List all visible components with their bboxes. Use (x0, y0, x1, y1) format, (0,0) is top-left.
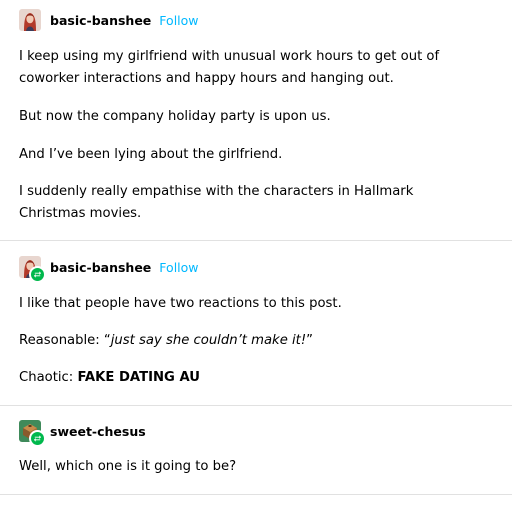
username[interactable]: sweet-chesus (50, 424, 146, 439)
reasonable-suffix: ” (306, 333, 313, 348)
chaotic-prefix: Chaotic: (19, 370, 78, 385)
post-divider (0, 240, 512, 241)
post-header: basic-banshee Follow (19, 256, 199, 283)
chaotic-line: Chaotic: FAKE DATING AU (19, 367, 489, 389)
post-header: basic-banshee Follow (19, 9, 199, 31)
post-text-line: And I’ve been lying about the girlfriend… (19, 147, 283, 162)
post-text-line: I suddenly really empathise with the cha… (19, 184, 414, 199)
reblog-icon (29, 430, 46, 447)
username[interactable]: basic-banshee (50, 260, 151, 275)
post-text-line: I like that people have two reactions to… (19, 296, 342, 311)
reblog-icon (29, 266, 46, 283)
reasonable-prefix: Reasonable: “ (19, 333, 111, 348)
reasonable-line: Reasonable: “just say she couldn’t make … (19, 330, 489, 352)
post-text-line: But now the company holiday party is upo… (19, 109, 331, 124)
chesus-avatar-icon[interactable] (19, 420, 46, 447)
post-header: sweet-chesus (19, 420, 154, 447)
banshee-avatar-icon[interactable] (19, 9, 41, 31)
post-divider (0, 405, 512, 406)
reasonable-quote: just say she couldn’t make it! (110, 333, 307, 348)
username[interactable]: basic-banshee (50, 13, 151, 28)
follow-button[interactable]: Follow (159, 13, 198, 28)
post-text-line: coworker interactions and happy hours an… (19, 71, 394, 86)
chaotic-bold: FAKE DATING AU (77, 370, 200, 385)
post-text-line: Christmas movies. (19, 206, 142, 221)
post-text-line: Well, which one is it going to be? (19, 459, 237, 474)
post-text-line: I keep using my girlfriend with unusual … (19, 49, 440, 64)
post-divider (0, 494, 512, 495)
banshee-avatar-icon[interactable] (19, 256, 46, 283)
follow-button[interactable]: Follow (159, 260, 198, 275)
